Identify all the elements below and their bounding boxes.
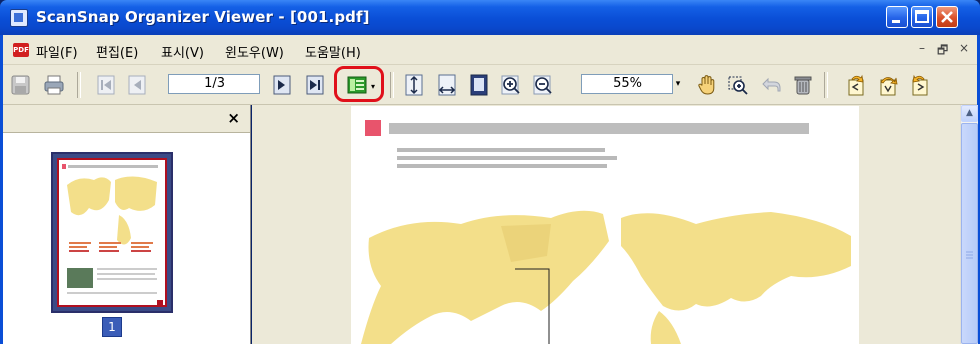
maximize-button[interactable] [911, 6, 933, 28]
mdi-close-button[interactable]: × [959, 41, 969, 55]
toolbar-separator [390, 72, 394, 98]
fit-page-icon [470, 74, 488, 96]
pdf-document-icon[interactable]: PDF [13, 43, 29, 57]
save-icon [11, 75, 30, 95]
toolbar: 1/3 ▾ 55% ▾ [3, 65, 977, 105]
next-page-icon [273, 75, 291, 95]
rotate-left-icon [848, 74, 864, 96]
scroll-up-button[interactable]: ▲ [961, 105, 978, 122]
fit-height-button[interactable] [403, 74, 425, 96]
last-page-icon [306, 75, 324, 95]
window-title: ScanSnap Organizer Viewer - [001.pdf] [36, 8, 370, 26]
last-page-button[interactable] [304, 74, 326, 96]
page-number-input[interactable]: 1/3 [168, 74, 260, 94]
hand-tool-button[interactable] [696, 74, 718, 96]
highlighted-button-marker [334, 66, 384, 102]
first-page-button[interactable] [95, 74, 117, 96]
app-icon [10, 9, 28, 27]
scroll-grip-icon [966, 251, 973, 259]
page-thumbnail[interactable] [51, 152, 173, 313]
menu-view[interactable]: 표시(V) [161, 42, 204, 61]
first-page-icon [97, 75, 115, 95]
title-bar[interactable]: ScanSnap Organizer Viewer - [001.pdf] [0, 0, 980, 35]
menu-help[interactable]: 도움말(H) [305, 42, 361, 61]
minimize-icon [892, 20, 900, 23]
rotate-right-button[interactable] [909, 74, 931, 96]
printer-icon [44, 75, 64, 95]
menu-edit[interactable]: 편집(E) [96, 42, 138, 61]
close-icon [941, 11, 953, 23]
thumbnail-pane-close-button[interactable]: × [227, 109, 240, 127]
fit-page-button[interactable] [468, 74, 490, 96]
thumbnail-preview-graphic [62, 164, 163, 305]
fit-width-icon [438, 74, 456, 96]
scroll-thumb[interactable] [961, 123, 978, 344]
undo-button[interactable] [760, 74, 782, 96]
menu-file[interactable]: 파일(F) [36, 42, 78, 61]
next-page-button[interactable] [271, 74, 293, 96]
previous-page-icon [128, 75, 146, 95]
zoom-in-button[interactable] [500, 74, 522, 96]
fit-width-button[interactable] [436, 74, 458, 96]
zoom-dropdown-icon[interactable]: ▾ [673, 74, 683, 94]
trash-icon [794, 76, 812, 95]
toolbar-separator [77, 72, 81, 98]
thumbnail-pane-header: × [3, 105, 250, 133]
mdi-minimize-button[interactable]: – [919, 41, 925, 55]
undo-icon [762, 77, 781, 92]
rotate-right-icon [912, 74, 928, 96]
fit-height-icon [405, 74, 423, 96]
rotate-180-icon [880, 77, 898, 96]
rotate-left-button[interactable] [845, 74, 867, 96]
save-button[interactable] [10, 74, 32, 96]
document-page [351, 106, 859, 344]
mdi-restore-button[interactable]: 🗗 [937, 41, 948, 62]
zoom-out-icon [533, 75, 552, 95]
thumbnail-pane: × 1 [3, 105, 251, 344]
print-button[interactable] [43, 74, 65, 96]
maximize-icon [915, 10, 929, 23]
menu-window[interactable]: 윈도우(W) [225, 42, 284, 61]
close-button[interactable] [936, 6, 958, 28]
vertical-scrollbar[interactable]: ▲ [960, 105, 978, 344]
page-thumbnail-number[interactable]: 1 [102, 317, 122, 337]
hand-icon [698, 75, 715, 95]
zoom-in-icon [501, 75, 520, 95]
zoom-out-button[interactable] [532, 74, 554, 96]
toolbar-separator [824, 72, 828, 98]
marquee-zoom-icon [728, 76, 748, 95]
marquee-zoom-button[interactable] [727, 74, 749, 96]
document-view[interactable] [252, 105, 960, 344]
app-window: ScanSnap Organizer Viewer - [001.pdf] PD… [0, 0, 980, 344]
page-thumbnail-image [57, 158, 167, 307]
rotate-180-button[interactable] [877, 74, 899, 96]
minimize-button[interactable] [886, 6, 908, 28]
zoom-level-input[interactable]: 55% [581, 74, 673, 94]
delete-button[interactable] [792, 74, 814, 96]
previous-page-button[interactable] [126, 74, 148, 96]
page-content-graphic [361, 120, 851, 344]
menu-bar: PDF 파일(F) 편집(E) 표시(V) 윈도우(W) 도움말(H) – 🗗 … [3, 35, 977, 65]
